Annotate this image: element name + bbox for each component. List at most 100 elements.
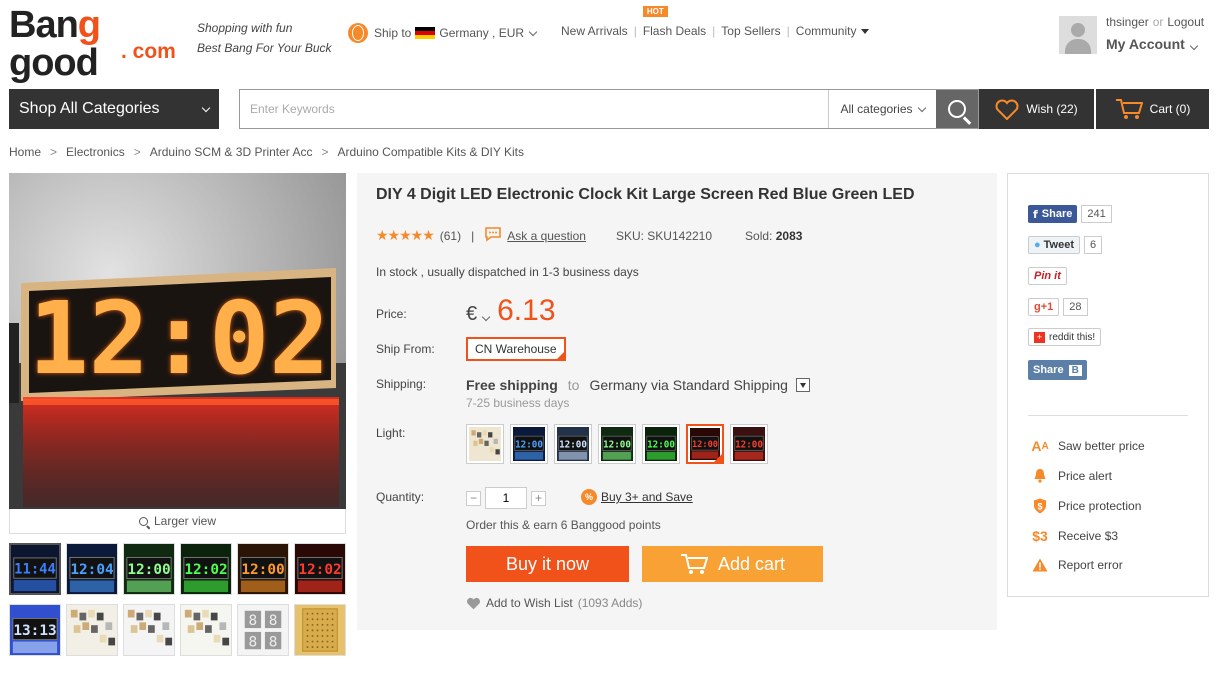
currency-selector[interactable]: € <box>466 303 477 326</box>
saw-better-price-link[interactable]: AA Saw better price <box>1030 438 1144 454</box>
search-input[interactable] <box>240 90 828 128</box>
avatar[interactable] <box>1059 16 1097 54</box>
gallery-thumbnail[interactable] <box>123 604 175 656</box>
heart-icon <box>466 597 481 610</box>
svg-text:8: 8 <box>249 634 258 650</box>
shipping-info: Free shipping to Germany via Standard Sh… <box>466 377 810 393</box>
gallery-thumbnail[interactable]: 12:04 <box>66 543 118 595</box>
warehouse-option[interactable]: CN Warehouse <box>466 337 566 361</box>
breadcrumb-arduino-kits[interactable]: Arduino Compatible Kits & DIY Kits <box>337 145 524 159</box>
username-link[interactable]: thsinger <box>1106 15 1149 29</box>
nav-new-arrivals[interactable]: New Arrivals <box>561 24 628 38</box>
product-meta: ★★★★★ (61) | Ask a question SKU: SKU1422… <box>376 226 802 245</box>
price-alert-link[interactable]: Price alert <box>1030 468 1112 483</box>
light-option-swatch[interactable]: 12:00 <box>510 424 548 464</box>
product-info-panel: DIY 4 Digit LED Electronic Clock Kit Lar… <box>357 173 997 630</box>
price-protection-link[interactable]: $ Price protection <box>1030 498 1141 514</box>
chevron-down-icon[interactable] <box>481 312 491 322</box>
add-wish-label: Add to Wish List <box>486 596 573 610</box>
nav-top-sellers[interactable]: Top Sellers <box>721 24 780 38</box>
product-main-image[interactable]: 12:02 12:02 <box>9 173 346 509</box>
quantity-input[interactable] <box>485 487 527 509</box>
hot-badge: HOT <box>642 6 668 17</box>
svg-text:12:00: 12:00 <box>559 439 587 450</box>
add-cart-button[interactable]: Add cart <box>642 546 823 582</box>
nav-community[interactable]: Community <box>796 24 870 38</box>
vk-icon: B <box>1068 364 1082 376</box>
product-title: DIY 4 Digit LED Electronic Clock Kit Lar… <box>376 186 915 203</box>
vk-share: Share B <box>1028 360 1087 380</box>
shipping-dropdown-icon[interactable] <box>795 378 810 392</box>
buy3-offer[interactable]: % Buy 3+ and Save <box>581 489 693 505</box>
ship-to-selector[interactable]: Ship to Germany , EUR <box>348 23 538 43</box>
add-cart-label: Add cart <box>717 553 786 574</box>
larger-view-button[interactable]: Larger view <box>9 509 346 534</box>
buy-now-button[interactable]: Buy it now <box>466 546 629 582</box>
quantity-stepper: − + <box>466 487 546 509</box>
banggood-logo[interactable]: Bang good . com <box>9 6 189 82</box>
ask-question-link[interactable]: Ask a question <box>507 229 586 243</box>
facebook-share-button[interactable]: f Share <box>1028 205 1078 223</box>
buy3-link[interactable]: Buy 3+ and Save <box>601 490 693 504</box>
stock-status: In stock , usually dispatched in 1-3 bus… <box>376 265 639 279</box>
category-select[interactable]: All categories <box>828 90 936 128</box>
facebook-share-label: Share <box>1041 208 1073 220</box>
tweet-label: Tweet <box>1043 239 1075 251</box>
my-account-label: My Account <box>1106 36 1185 52</box>
light-options: 12:00 12:00 12:00 12:00 12:00 12:00 <box>466 424 768 464</box>
rating-stars[interactable]: ★★★★★ <box>376 227 435 244</box>
light-option-swatch[interactable]: 12:00 <box>686 424 724 464</box>
nav-flash-deals[interactable]: HOT Flash Deals <box>642 6 706 38</box>
reddit-button[interactable]: + reddit this! <box>1028 328 1102 346</box>
breadcrumb-arduino-scm[interactable]: Arduino SCM & 3D Printer Acc <box>150 145 313 159</box>
report-error-link[interactable]: Report error <box>1030 558 1123 572</box>
divider: | <box>471 228 475 243</box>
chevron-down-icon <box>917 103 926 112</box>
cart-icon <box>1115 98 1143 120</box>
light-option-swatch[interactable]: 12:00 <box>554 424 592 464</box>
light-option-swatch[interactable]: 12:00 <box>598 424 636 464</box>
vk-share-button[interactable]: Share B <box>1028 360 1087 380</box>
pin-it-button[interactable]: Pin it <box>1028 267 1067 285</box>
quantity-label: Quantity: <box>376 490 425 504</box>
divider <box>1028 415 1188 416</box>
gallery-thumbnail[interactable]: 12:00 <box>123 543 175 595</box>
price-value: 6.13 <box>497 294 556 327</box>
gallery-thumbnail[interactable]: 12:00 <box>237 543 289 595</box>
gallery-thumbnail[interactable]: 11:44 <box>9 543 61 595</box>
light-option-swatch[interactable] <box>466 424 504 464</box>
light-option-swatch[interactable]: 12:00 <box>730 424 768 464</box>
my-account-menu[interactable]: My Account <box>1106 36 1199 52</box>
shipping-to: to <box>567 377 580 393</box>
logout-link[interactable]: Logout <box>1167 15 1204 29</box>
gallery-thumbnail[interactable]: 12:02 <box>180 543 232 595</box>
svg-text:12:00: 12:00 <box>647 439 675 450</box>
search-button[interactable] <box>936 90 978 128</box>
gallery-thumbnail[interactable]: 12:02 <box>294 543 346 595</box>
shipping-destination: Germany via Standard Shipping <box>589 377 788 393</box>
gallery-thumbnail[interactable]: 13:13 <box>9 604 61 656</box>
quantity-decrease-button[interactable]: − <box>466 490 481 506</box>
discount-icon: % <box>581 489 597 505</box>
gallery-thumbnail[interactable]: 8888 <box>237 604 289 656</box>
shop-all-categories-button[interactable]: Shop All Categories <box>9 89 219 129</box>
add-to-wishlist[interactable]: Add to Wish List (1093 Adds) <box>466 596 642 610</box>
review-count[interactable]: (61) <box>440 229 461 243</box>
svg-text:$: $ <box>1037 502 1042 512</box>
breadcrumb-home[interactable]: Home <box>9 145 41 159</box>
google-plus-button[interactable]: g+1 <box>1028 298 1060 316</box>
search-bar: All categories <box>239 89 979 129</box>
breadcrumb-electronics[interactable]: Electronics <box>66 145 125 159</box>
google-plus-share: g+1 28 <box>1028 298 1088 316</box>
cart-button[interactable]: Cart (0) <box>1096 89 1209 129</box>
light-option-swatch[interactable]: 12:00 <box>642 424 680 464</box>
wish-button[interactable]: Wish (22) <box>979 89 1094 129</box>
gallery-thumbnail[interactable] <box>66 604 118 656</box>
receive-3-link[interactable]: $3 Receive $3 <box>1030 528 1118 544</box>
shield-dollar-icon: $ <box>1030 498 1050 514</box>
quantity-increase-button[interactable]: + <box>531 490 546 506</box>
nav-community-label: Community <box>795 24 857 38</box>
gallery-thumbnail[interactable] <box>294 604 346 656</box>
tweet-button[interactable]: ● Tweet <box>1028 236 1081 254</box>
gallery-thumbnail[interactable] <box>180 604 232 656</box>
